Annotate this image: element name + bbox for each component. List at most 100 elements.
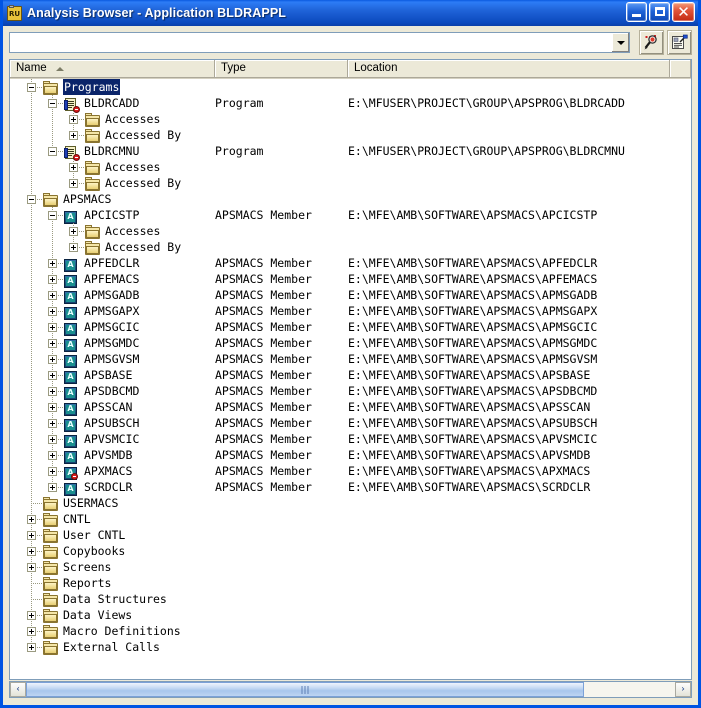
tree-row[interactable]: A APSSCAN APSMACS Member E:\MFE\AMB\SOFTWAR… bbox=[10, 399, 691, 416]
tree-row-label: APVSMCIC bbox=[84, 432, 140, 446]
expand-node-icon[interactable] bbox=[48, 419, 57, 428]
find-button[interactable] bbox=[639, 30, 664, 55]
tree-row-label: APFEMACS bbox=[84, 272, 140, 286]
collapse-node-icon[interactable] bbox=[27, 83, 36, 92]
scrollbar-track[interactable] bbox=[26, 682, 675, 697]
tree-row[interactable]: Copybooks bbox=[10, 543, 691, 559]
tree-row[interactable]: A APXMACS APSMACS Member E:\MFE\AMB\SOFTWAR… bbox=[10, 463, 691, 480]
expand-node-icon[interactable] bbox=[48, 291, 57, 300]
tree-row[interactable]: A APFEMACS APSMACS Member E:\MFE\AMB\SOFTWA… bbox=[10, 271, 691, 288]
tree-connector bbox=[31, 447, 32, 463]
tree-row[interactable]: A APMSGAPX APSMACS Member E:\MFE\AMB\SOFTWA… bbox=[10, 303, 691, 320]
tree-row[interactable]: Screens bbox=[10, 559, 691, 575]
expand-node-icon[interactable] bbox=[48, 451, 57, 460]
tree-row[interactable]: Reports bbox=[10, 575, 691, 591]
expand-node-icon[interactable] bbox=[69, 131, 78, 140]
expand-node-icon[interactable] bbox=[48, 323, 57, 332]
tree-row[interactable]: A APSUBSCH APSMACS Member E:\MFE\AMB\SOFTWA… bbox=[10, 415, 691, 432]
folder-icon bbox=[43, 577, 59, 591]
tree-row[interactable]: Accesses bbox=[10, 111, 691, 127]
expand-node-icon[interactable] bbox=[69, 163, 78, 172]
program-icon bbox=[64, 97, 80, 113]
tree-row[interactable]: A APCICSTP APSMACS Member E:\MFE\AMB\SOFTWA… bbox=[10, 207, 691, 224]
expand-node-icon[interactable] bbox=[27, 643, 36, 652]
tree-row-label: Macro Definitions bbox=[63, 624, 181, 638]
expand-node-icon[interactable] bbox=[69, 227, 78, 236]
tree-row[interactable]: A APMSGVSM APSMACS Member E:\MFE\AMB\SOFTWA… bbox=[10, 351, 691, 368]
expand-node-icon[interactable] bbox=[27, 547, 36, 556]
expand-node-icon[interactable] bbox=[69, 115, 78, 124]
folder-icon bbox=[43, 561, 59, 575]
tree-row[interactable]: Accesses bbox=[10, 159, 691, 175]
column-header-type[interactable]: Type bbox=[215, 60, 348, 78]
tree-row[interactable]: Accessed By bbox=[10, 175, 691, 191]
tree-row[interactable]: User CNTL bbox=[10, 527, 691, 543]
tree-row-type: APSMACS Member bbox=[215, 320, 312, 334]
maximize-button[interactable] bbox=[649, 2, 670, 22]
collapse-node-icon[interactable] bbox=[48, 211, 57, 220]
expand-node-icon[interactable] bbox=[27, 563, 36, 572]
expand-node-icon[interactable] bbox=[48, 403, 57, 412]
tree-row[interactable]: Programs bbox=[10, 79, 691, 95]
tree-row[interactable]: BLDRCMNU Program E:\MFUSER\PROJECT\GROUP\A… bbox=[10, 143, 691, 161]
report-button[interactable] bbox=[667, 30, 692, 55]
tree-row[interactable]: Accesses bbox=[10, 223, 691, 239]
tree-row[interactable]: A SCRDCLR APSMACS Member E:\MFE\AMB\SOFTWAR… bbox=[10, 479, 691, 496]
expand-node-icon[interactable] bbox=[48, 355, 57, 364]
expand-node-icon[interactable] bbox=[48, 307, 57, 316]
expand-node-icon[interactable] bbox=[48, 339, 57, 348]
expand-node-icon[interactable] bbox=[27, 611, 36, 620]
tree-row[interactable]: APSMACS bbox=[10, 191, 691, 207]
close-button[interactable]: ✕ bbox=[672, 2, 695, 22]
tree-row[interactable]: CNTL bbox=[10, 511, 691, 527]
tree-connector bbox=[31, 175, 32, 191]
chevron-down-icon[interactable] bbox=[611, 33, 629, 52]
column-header-location[interactable]: Location bbox=[348, 60, 670, 78]
tree-row[interactable]: A APFEDCLR APSMACS Member E:\MFE\AMB\SOFTWA… bbox=[10, 255, 691, 272]
expand-node-icon[interactable] bbox=[69, 179, 78, 188]
maximize-icon bbox=[650, 3, 669, 21]
expand-node-icon[interactable] bbox=[27, 531, 36, 540]
tree-row[interactable]: A APSDBCMD APSMACS Member E:\MFE\AMB\SOFTWA… bbox=[10, 383, 691, 400]
scroll-right-button[interactable]: › bbox=[675, 682, 691, 697]
tree-row[interactable]: Accessed By bbox=[10, 239, 691, 255]
expand-node-icon[interactable] bbox=[69, 243, 78, 252]
expand-node-icon[interactable] bbox=[48, 275, 57, 284]
tree-row[interactable]: A APSBASE APSMACS Member E:\MFE\AMB\SOFTWAR… bbox=[10, 367, 691, 384]
title-bar[interactable]: RU Analysis Browser - Application BLDRAP… bbox=[3, 0, 698, 26]
search-input[interactable] bbox=[10, 33, 611, 52]
tree-row-location: E:\MFE\AMB\SOFTWARE\APSMACS\APMSGCIC bbox=[348, 320, 598, 334]
tree-row[interactable]: USERMACS bbox=[10, 495, 691, 511]
expand-node-icon[interactable] bbox=[48, 259, 57, 268]
minimize-button[interactable] bbox=[626, 2, 647, 22]
search-combobox[interactable] bbox=[9, 32, 630, 53]
tree-row[interactable]: Data Views bbox=[10, 607, 691, 623]
tree-row[interactable]: A APMSGCIC APSMACS Member E:\MFE\AMB\SOFTWA… bbox=[10, 319, 691, 336]
expand-node-icon[interactable] bbox=[27, 627, 36, 636]
expand-node-icon[interactable] bbox=[48, 467, 57, 476]
expand-node-icon[interactable] bbox=[48, 483, 57, 492]
scrollbar-thumb[interactable] bbox=[26, 682, 585, 697]
tree-row[interactable]: External Calls bbox=[10, 639, 691, 655]
collapse-node-icon[interactable] bbox=[48, 147, 57, 156]
horizontal-scrollbar[interactable]: ‹ › bbox=[9, 681, 692, 698]
collapse-node-icon[interactable] bbox=[27, 195, 36, 204]
column-header-name[interactable]: Name bbox=[10, 60, 215, 78]
tree-body[interactable]: Programs BLDRCADD Program E:\MFUSER\PROJECT… bbox=[10, 79, 691, 679]
expand-node-icon[interactable] bbox=[48, 387, 57, 396]
tree-row[interactable]: BLDRCADD Program E:\MFUSER\PROJECT\GROUP\A… bbox=[10, 95, 691, 113]
expand-node-icon[interactable] bbox=[48, 371, 57, 380]
tree-row[interactable]: A APMSGADB APSMACS Member E:\MFE\AMB\SOFTWA… bbox=[10, 287, 691, 304]
tree-row[interactable]: A APVSMCIC APSMACS Member E:\MFE\AMB\SOFTWA… bbox=[10, 431, 691, 448]
tree-row[interactable]: Data Structures bbox=[10, 591, 691, 607]
tree-row[interactable]: Macro Definitions bbox=[10, 623, 691, 639]
tree-row[interactable]: A APMSGMDC APSMACS Member E:\MFE\AMB\SOFTWA… bbox=[10, 335, 691, 352]
scroll-left-button[interactable]: ‹ bbox=[10, 682, 26, 697]
tree-row-type: APSMACS Member bbox=[215, 304, 312, 318]
expand-node-icon[interactable] bbox=[48, 435, 57, 444]
collapse-node-icon[interactable] bbox=[48, 99, 57, 108]
member-icon: A bbox=[64, 321, 80, 336]
tree-row[interactable]: Accessed By bbox=[10, 127, 691, 143]
tree-row[interactable]: A APVSMDB APSMACS Member E:\MFE\AMB\SOFTWAR… bbox=[10, 447, 691, 464]
expand-node-icon[interactable] bbox=[27, 515, 36, 524]
